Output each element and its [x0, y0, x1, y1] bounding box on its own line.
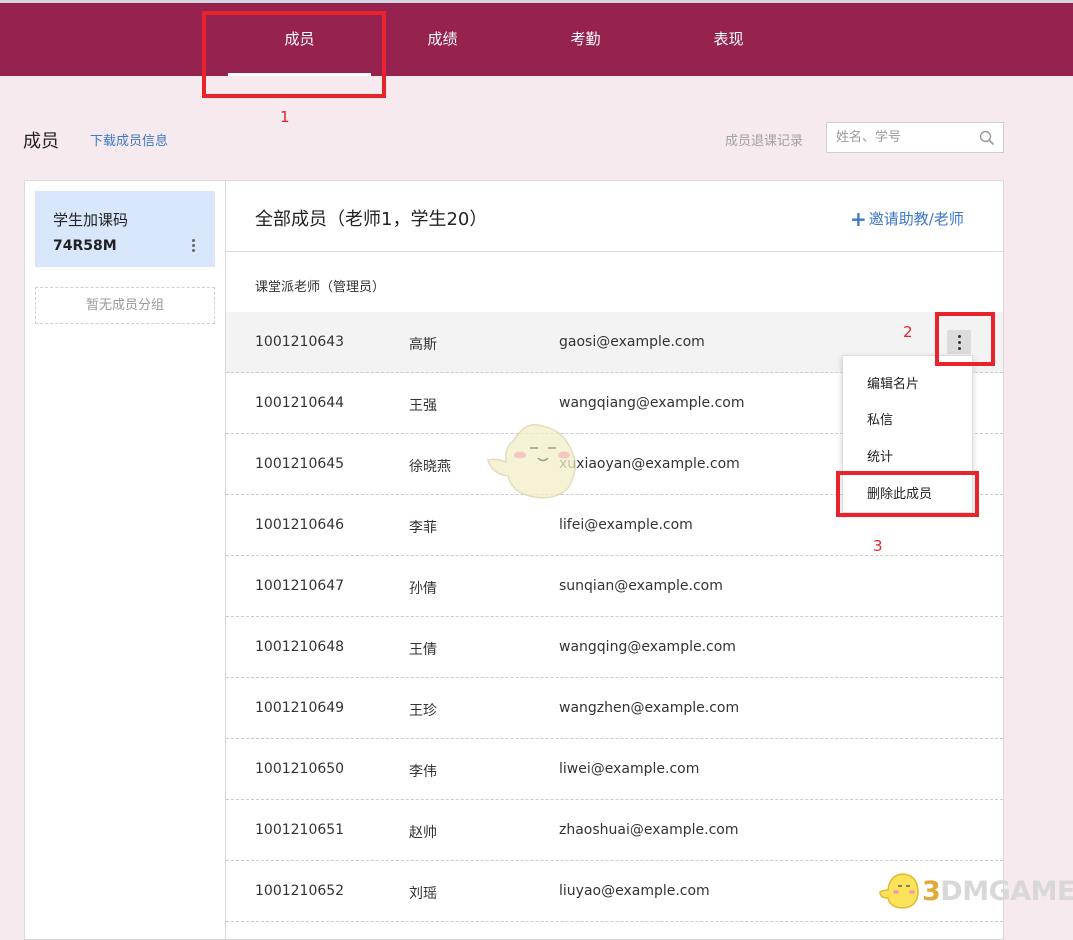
member-name: 李伟 [409, 764, 437, 780]
member-id: 1001210647 [255, 578, 345, 594]
watermark-digit: 3 [922, 876, 941, 907]
join-code-value: 74R58M [53, 238, 117, 254]
member-name: 徐晓燕 [409, 459, 451, 475]
member-name: 王珍 [409, 703, 437, 719]
member-id: 1001210652 [255, 883, 345, 899]
member-list-header: 全部成员（老师1，学生20） + 邀请助教/老师 [226, 181, 1003, 252]
tab-grades[interactable]: 成绩 [371, 3, 514, 76]
member-email: liwei@example.com [559, 761, 700, 777]
plus-icon: + [850, 207, 867, 231]
mascot-watermark-icon [487, 423, 576, 499]
join-code-card[interactable]: 学生加课码 74R58M [35, 191, 215, 267]
admin-teacher-label: 课堂派老师（管理员） [255, 280, 386, 295]
member-id: 1001210643 [255, 334, 345, 350]
member-name: 高斯 [409, 337, 437, 353]
search-input[interactable] [827, 123, 976, 152]
annotation-number-2: 2 [903, 323, 913, 341]
table-row[interactable]: 1001210649 王珍 wangzhen@example.com [226, 678, 1003, 739]
annotation-box-2 [935, 312, 995, 366]
member-name: 王倩 [409, 642, 437, 658]
member-name: 刘瑶 [409, 886, 437, 902]
member-email: liuyao@example.com [559, 883, 710, 899]
member-id: 1001210651 [255, 822, 345, 838]
member-email: wangzhen@example.com [559, 700, 740, 716]
more-vertical-icon[interactable] [187, 237, 199, 257]
table-row[interactable]: 1001210651 赵帅 zhaoshuai@example.com [226, 800, 1003, 861]
member-email: lifei@example.com [559, 517, 693, 533]
download-members-link[interactable]: 下载成员信息 [90, 130, 168, 149]
withdraw-records-link[interactable]: 成员退课记录 [725, 130, 803, 149]
member-email: gaosi@example.com [559, 334, 705, 350]
member-id: 1001210649 [255, 700, 345, 716]
tab-attendance-label: 考勤 [570, 30, 601, 48]
member-list-title: 全部成员（老师1，学生20） [255, 209, 488, 230]
sidebar: 学生加课码 74R58M 暂无成员分组 [25, 181, 226, 939]
member-list-area: 全部成员（老师1，学生20） + 邀请助教/老师 课堂派老师（管理员） 10012… [226, 181, 1003, 939]
member-name: 赵帅 [409, 825, 437, 841]
tab-performance[interactable]: 表现 [657, 3, 800, 76]
annotation-box-1 [202, 11, 386, 98]
member-name: 王强 [409, 398, 437, 414]
no-group-placeholder: 暂无成员分组 [35, 287, 215, 324]
menu-item-statistics[interactable]: 统计 [867, 446, 893, 465]
member-email: sunqian@example.com [559, 578, 723, 594]
search-box [826, 122, 1004, 153]
3dmgame-watermark: 3DMGAME [878, 866, 1073, 916]
member-name: 孙倩 [409, 581, 437, 597]
annotation-number-3: 3 [873, 537, 883, 555]
menu-item-private-message[interactable]: 私信 [867, 409, 893, 428]
invite-assistant-label: 邀请助教/老师 [868, 210, 964, 228]
table-row[interactable]: 1001210650 李伟 liwei@example.com [226, 739, 1003, 800]
tab-grades-label: 成绩 [427, 30, 458, 48]
member-email: zhaoshuai@example.com [559, 822, 739, 838]
invite-assistant-button[interactable]: + 邀请助教/老师 [850, 207, 964, 231]
table-row[interactable]: 1001210648 王倩 wangqing@example.com [226, 617, 1003, 678]
member-id: 1001210644 [255, 395, 345, 411]
watermark-text: 3DMGAME [922, 876, 1073, 907]
top-navbar: 成员 成绩 考勤 表现 [0, 3, 1073, 76]
member-id: 1001210645 [255, 456, 345, 472]
tab-attendance[interactable]: 考勤 [514, 3, 657, 76]
member-id: 1001210646 [255, 517, 345, 533]
page-title: 成员 [23, 131, 59, 152]
annotation-box-3 [836, 471, 979, 517]
menu-item-edit-card[interactable]: 编辑名片 [867, 373, 919, 392]
member-id: 1001210648 [255, 639, 345, 655]
member-name: 李菲 [409, 520, 437, 536]
join-code-title: 学生加课码 [53, 211, 129, 229]
annotation-number-1: 1 [280, 108, 290, 126]
member-email: wangqiang@example.com [559, 395, 745, 411]
member-id: 1001210650 [255, 761, 345, 777]
watermark-word: DMGAME [940, 876, 1073, 907]
member-email: wangqing@example.com [559, 639, 736, 655]
member-email: xuxiaoyan@example.com [559, 456, 740, 472]
tab-performance-label: 表现 [713, 30, 744, 48]
table-row[interactable]: 1001210647 孙倩 sunqian@example.com [226, 556, 1003, 617]
members-panel: 学生加课码 74R58M 暂无成员分组 全部成员（老师1，学生20） + 邀请助教… [24, 180, 1004, 940]
search-icon[interactable] [979, 130, 995, 146]
watermark-mascot-icon [879, 873, 919, 909]
